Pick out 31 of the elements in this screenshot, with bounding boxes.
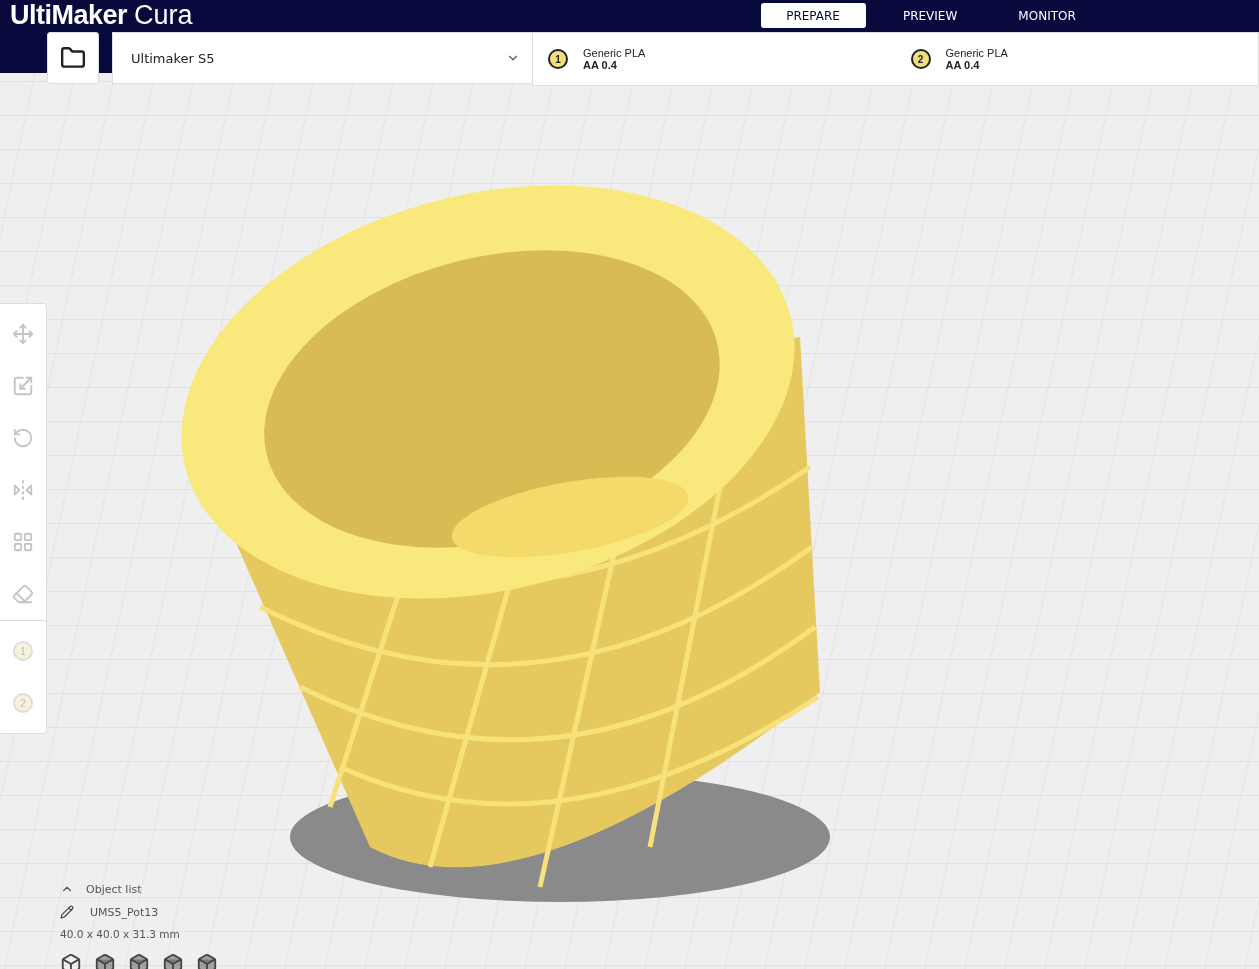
pencil-icon <box>60 905 74 919</box>
scale-icon <box>12 375 34 397</box>
open-file-button[interactable] <box>47 32 99 84</box>
material-name: Generic PLA <box>945 47 1008 59</box>
extruder-button[interactable]: 2 Generic PLA AA 0.4 <box>895 33 1258 85</box>
view-button[interactable] <box>94 953 116 969</box>
object-dimensions: 40.0 x 40.0 x 31.3 mm <box>60 928 181 940</box>
printer-selector[interactable]: Ultimaker S5 <box>112 32 532 84</box>
view-button[interactable] <box>196 953 218 969</box>
stage-tab[interactable]: PREVIEW <box>877 3 983 28</box>
rotate-icon <box>12 427 34 449</box>
eraser-icon <box>12 583 34 605</box>
extruder-button[interactable]: 1 Generic PLA AA 0.4 <box>533 33 896 85</box>
nozzle-name: AA 0.4 <box>945 59 981 71</box>
view-button[interactable] <box>128 953 150 969</box>
extruder-number: 1 <box>548 49 568 69</box>
object-name: UMS5_Pot13 <box>90 905 159 919</box>
extruder-number: 2 <box>910 49 931 69</box>
mirror-icon <box>12 479 34 501</box>
grid-icon <box>12 531 34 553</box>
view-button[interactable] <box>60 953 82 969</box>
material-name: Generic PLA <box>583 47 646 59</box>
nozzle-name: AA 0.4 <box>583 59 618 71</box>
product-name: Cura <box>134 0 193 31</box>
object-list-toggle[interactable]: Object list <box>60 882 218 896</box>
brand-name: UltiMaker <box>10 0 128 31</box>
stage-tab[interactable]: PREPARE <box>760 3 866 28</box>
folder-icon <box>60 45 86 71</box>
move-icon <box>12 323 34 345</box>
stage-tab[interactable]: MONITOR <box>994 3 1100 28</box>
view-button[interactable] <box>162 953 184 969</box>
